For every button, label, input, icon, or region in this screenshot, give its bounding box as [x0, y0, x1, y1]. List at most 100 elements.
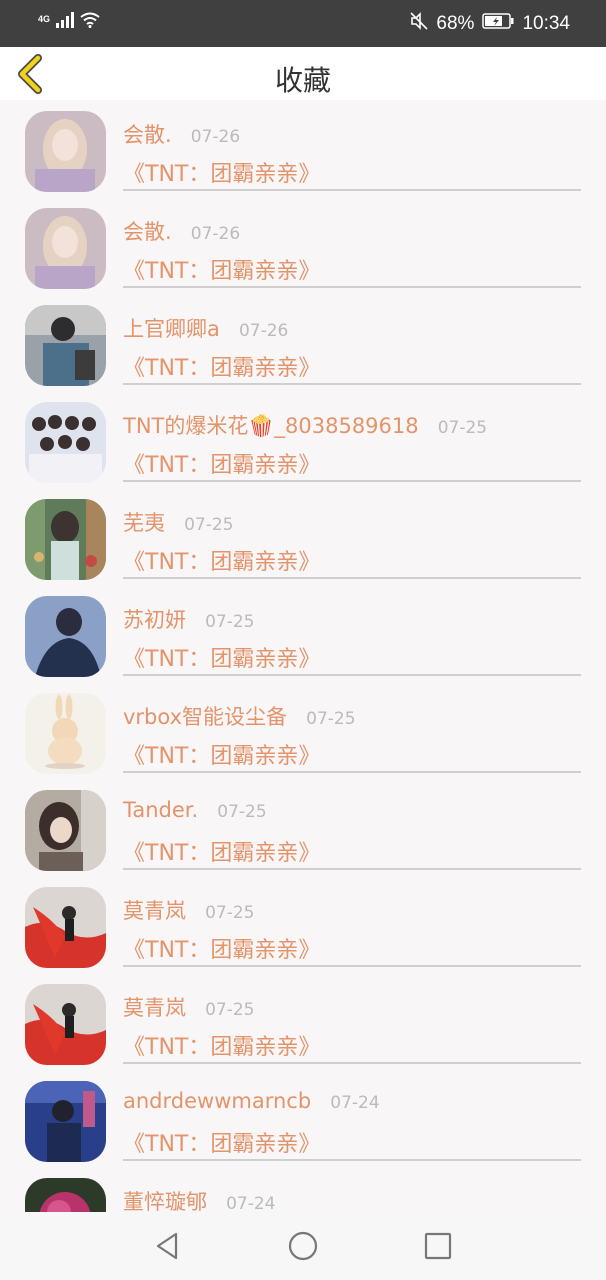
name-line: andrdewwmarncb 07-24	[123, 1089, 380, 1113]
home-circle-icon	[288, 1231, 318, 1261]
divider	[123, 189, 581, 191]
list-item[interactable]: Tander. 07-25 《TNT：团霸亲亲》	[0, 779, 606, 876]
name-line: 上官卿卿a 07-26	[123, 313, 288, 343]
avatar[interactable]	[25, 499, 106, 580]
divider	[123, 868, 581, 870]
date: 07-26	[190, 224, 241, 244]
list-item[interactable]: TNT的爆米花🍿_8038589618 07-25 《TNT：团霸亲亲》	[0, 391, 606, 488]
avatar[interactable]	[25, 305, 106, 386]
item-title[interactable]: 《TNT：团霸亲亲》	[123, 156, 320, 188]
username[interactable]: 董悴璇郇	[123, 1190, 207, 1212]
item-title[interactable]: 《TNT：团霸亲亲》	[123, 253, 320, 285]
username[interactable]: 芜夷	[123, 511, 165, 535]
avatar[interactable]	[25, 1081, 106, 1162]
item-title[interactable]: 《TNT：团霸亲亲》	[123, 932, 320, 964]
nav-back-button[interactable]	[152, 1230, 184, 1262]
divider	[123, 577, 581, 579]
name-line: TNT的爆米花🍿_8038589618 07-25	[123, 410, 487, 440]
username[interactable]: andrdewwmarncb	[123, 1089, 311, 1113]
username[interactable]: 会散.	[123, 123, 172, 147]
username[interactable]: 莫青岚	[123, 996, 186, 1020]
item-title[interactable]: 《TNT：团霸亲亲》	[123, 350, 320, 382]
nav-home-button[interactable]	[287, 1230, 319, 1262]
item-title[interactable]: 《TNT：团霸亲亲》	[123, 1029, 320, 1061]
header: 收藏	[0, 47, 606, 100]
page-title: 收藏	[274, 64, 331, 97]
divider	[123, 771, 581, 773]
avatar[interactable]	[25, 1178, 106, 1212]
date: 07-25	[217, 802, 267, 822]
list-item[interactable]: vrbox智能设尘备 07-25 《TNT：团霸亲亲》	[0, 682, 606, 779]
avatar[interactable]	[25, 693, 106, 774]
navigation-bar	[0, 1212, 606, 1280]
list-item[interactable]: 董悴璇郇 07-24	[0, 1167, 606, 1212]
name-line: 董悴璇郇 07-24	[123, 1186, 276, 1212]
list-item[interactable]: 会散. 07-26 《TNT：团霸亲亲》	[0, 197, 606, 294]
clock: 10:34	[522, 13, 570, 34]
date: 07-25	[205, 1000, 255, 1020]
username[interactable]: 苏初妍	[123, 608, 186, 632]
list-item[interactable]: 上官卿卿a 07-26 《TNT：团霸亲亲》	[0, 294, 606, 391]
divider	[123, 1062, 581, 1064]
date: 07-26	[190, 127, 241, 147]
divider	[123, 674, 581, 676]
name-line: 苏初妍 07-25	[123, 604, 255, 634]
username[interactable]: 上官卿卿a	[123, 317, 220, 341]
avatar[interactable]	[25, 790, 106, 871]
signal-icon	[56, 12, 75, 33]
item-title[interactable]: 《TNT：团霸亲亲》	[123, 835, 320, 867]
date: 07-25	[437, 418, 488, 438]
name-line: Tander. 07-25	[123, 798, 267, 822]
item-title[interactable]: 《TNT：团霸亲亲》	[123, 1126, 320, 1158]
battery-percent: 68%	[436, 13, 475, 34]
avatar[interactable]	[25, 887, 106, 968]
avatar[interactable]	[25, 111, 106, 192]
name-line: 莫青岚 07-25	[123, 992, 255, 1022]
item-title[interactable]: 《TNT：团霸亲亲》	[123, 738, 320, 770]
list-item[interactable]: 莫青岚 07-25 《TNT：团霸亲亲》	[0, 973, 606, 1070]
name-line: vrbox智能设尘备 07-25	[123, 701, 356, 731]
battery-icon	[482, 13, 514, 35]
list-item[interactable]: andrdewwmarncb 07-24 《TNT：团霸亲亲》	[0, 1070, 606, 1167]
name-line: 芜夷 07-25	[123, 507, 234, 537]
divider	[123, 286, 581, 288]
date: 07-26	[238, 321, 289, 341]
name-line: 会散. 07-26	[123, 216, 240, 246]
date: 07-25	[205, 612, 255, 632]
username[interactable]: 莫青岚	[123, 899, 186, 923]
divider	[123, 1159, 581, 1161]
nav-recents-button[interactable]	[422, 1230, 454, 1262]
status-bar: 4G 68% 10:34	[0, 0, 606, 47]
list-item[interactable]: 苏初妍 07-25 《TNT：团霸亲亲》	[0, 585, 606, 682]
date: 07-25	[184, 515, 234, 535]
network-type: 4G	[38, 13, 51, 24]
name-line: 莫青岚 07-25	[123, 895, 255, 925]
name-line: 会散. 07-26	[123, 119, 240, 149]
recents-square-icon	[424, 1232, 452, 1260]
avatar[interactable]	[25, 596, 106, 677]
favorites-list: 会散. 07-26 《TNT：团霸亲亲》 会散. 07-26 《TNT：团霸亲亲…	[0, 100, 606, 1212]
status-right: 68% 10:34	[410, 12, 570, 36]
date: 07-24	[330, 1093, 380, 1113]
item-title[interactable]: 《TNT：团霸亲亲》	[123, 544, 320, 576]
item-title[interactable]: 《TNT：团霸亲亲》	[123, 447, 320, 479]
username[interactable]: TNT的爆米花🍿_8038589618	[123, 414, 419, 438]
list-item[interactable]: 会散. 07-26 《TNT：团霸亲亲》	[0, 100, 606, 197]
mute-icon	[410, 12, 428, 36]
wifi-icon	[80, 12, 100, 33]
username[interactable]: Tander.	[123, 798, 198, 822]
divider	[123, 965, 581, 967]
list-item[interactable]: 芜夷 07-25 《TNT：团霸亲亲》	[0, 488, 606, 585]
username[interactable]: 会散.	[123, 220, 172, 244]
username[interactable]: vrbox智能设尘备	[123, 705, 287, 729]
avatar[interactable]	[25, 402, 106, 483]
list-item[interactable]: 莫青岚 07-25 《TNT：团霸亲亲》	[0, 876, 606, 973]
date: 07-24	[226, 1194, 276, 1212]
date: 07-25	[306, 709, 356, 729]
avatar[interactable]	[25, 984, 106, 1065]
back-triangle-icon	[156, 1232, 178, 1260]
status-left: 4G	[38, 12, 100, 33]
divider	[123, 383, 581, 385]
avatar[interactable]	[25, 208, 106, 289]
item-title[interactable]: 《TNT：团霸亲亲》	[123, 641, 320, 673]
